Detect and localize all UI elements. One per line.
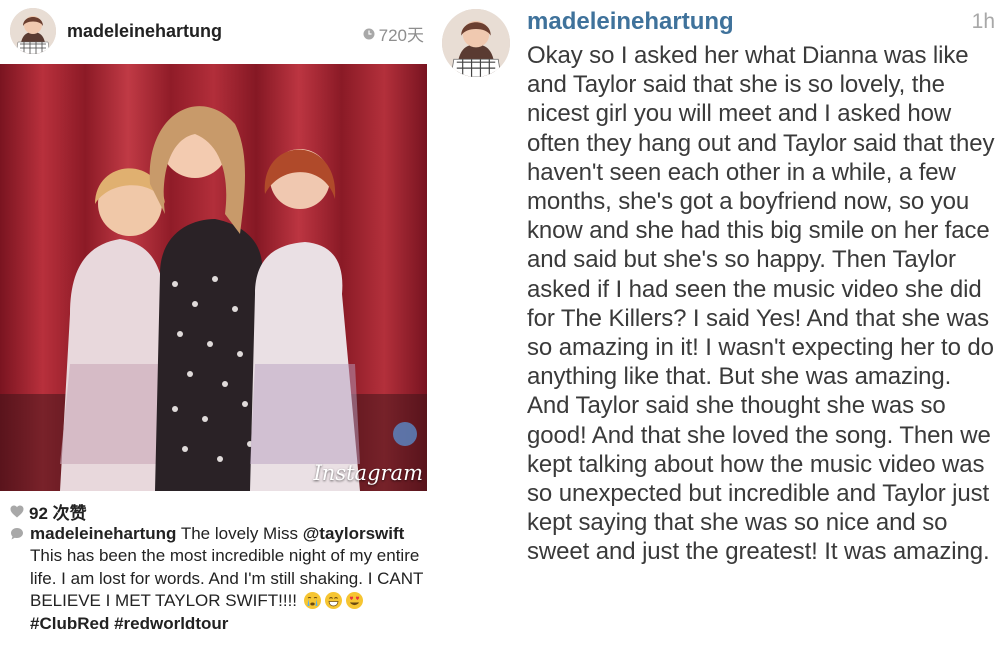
caption-text: This has been the most incredible night … <box>30 546 424 611</box>
crying-face-emoji <box>303 592 321 610</box>
caption-text: The lovely Miss <box>176 524 303 543</box>
comment-text: Okay so I asked her what Dianna was like… <box>527 42 995 566</box>
avatar-image <box>10 8 56 54</box>
comment-username[interactable]: madeleinehartung <box>527 8 734 36</box>
clock-icon <box>363 28 375 39</box>
comment-timestamp: 1h <box>971 10 995 33</box>
post-timestamp-text: 720天 <box>378 26 424 45</box>
left-post-header: madeleinehartung 720天 <box>0 0 436 62</box>
post-photo[interactable]: Instagram <box>0 64 427 491</box>
grinning-face-emoji <box>324 592 342 610</box>
caption-mention[interactable]: @taylorswift <box>303 524 405 543</box>
heart-eyes-emoji <box>345 592 363 610</box>
caption-username[interactable]: madeleinehartung <box>30 524 176 543</box>
caption-hashtag[interactable]: #redworldtour <box>114 614 228 633</box>
instagram-watermark: Instagram <box>313 461 423 485</box>
avatar[interactable] <box>442 9 510 77</box>
post-caption: madeleinehartung The lovely Miss @taylor… <box>30 523 425 635</box>
likes-count[interactable]: 92 次赞 <box>10 499 87 524</box>
right-comment-panel: madeleinehartung 1h Okay so I asked her … <box>436 0 1007 662</box>
likes-count-text: 92 次赞 <box>29 504 87 523</box>
left-post-panel: madeleinehartung 720天 Instagram 92 次赞 ma… <box>0 0 436 662</box>
post-timestamp: 720天 <box>363 21 424 46</box>
heart-icon <box>10 505 24 518</box>
post-username[interactable]: madeleinehartung <box>67 21 222 42</box>
caption-hashtag[interactable]: #ClubRed <box>30 614 109 633</box>
post-photo-image <box>0 64 427 491</box>
avatar-image <box>442 9 510 77</box>
comment-bubble-icon <box>11 528 23 540</box>
avatar[interactable] <box>10 8 56 54</box>
